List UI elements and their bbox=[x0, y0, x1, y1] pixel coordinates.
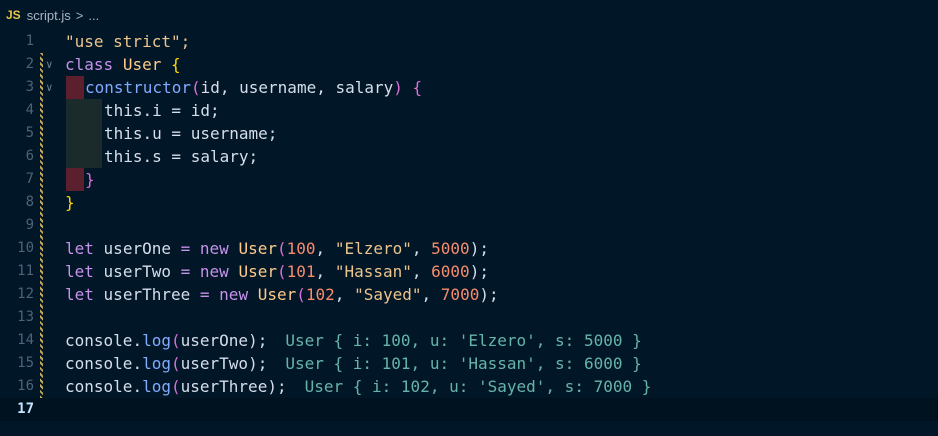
modified-indicator bbox=[40, 375, 43, 398]
code-text: } bbox=[65, 193, 75, 212]
code-text: console.log(userTwo); User { i: 101, u: '… bbox=[65, 354, 642, 373]
code-line[interactable]: 9 bbox=[0, 214, 938, 237]
javascript-file-icon: JS bbox=[6, 8, 21, 22]
code-line[interactable]: 7 } bbox=[0, 168, 938, 191]
code-text: this.i = id; bbox=[104, 101, 220, 120]
code-line[interactable]: 6 this.s = salary; bbox=[0, 145, 938, 168]
inline-output-hint: User { i: 101, u: 'Hassan', s: 6000 } bbox=[285, 354, 642, 373]
line-number: 3 bbox=[25, 79, 34, 95]
code-line[interactable]: 5 this.u = username; bbox=[0, 122, 938, 145]
line-number: 17 bbox=[17, 401, 34, 417]
code-text: let userOne = new User(100, "Elzero", 50… bbox=[65, 239, 489, 258]
line-number: 5 bbox=[25, 125, 34, 141]
line-number: 13 bbox=[17, 309, 34, 325]
indent-guide-highlight bbox=[66, 122, 102, 145]
code-text: constructor(id, username, salary) { bbox=[85, 78, 423, 97]
inline-output-hint: User { i: 102, u: 'Sayed', s: 7000 } bbox=[304, 377, 652, 396]
code-line[interactable]: 12 let userThree = new User(102, "Sayed"… bbox=[0, 283, 938, 306]
code-text: console.log(userThree); User { i: 102, u:… bbox=[65, 377, 652, 396]
line-number: 1 bbox=[25, 33, 34, 49]
line-number: 12 bbox=[17, 286, 34, 302]
line-number: 11 bbox=[17, 263, 34, 279]
line-number: 4 bbox=[25, 102, 34, 118]
code-text: "use strict"; bbox=[65, 32, 191, 51]
code-text: console.log(userOne); User { i: 100, u: '… bbox=[65, 331, 642, 350]
code-line[interactable]: 14 console.log(userOne); User { i: 100, u… bbox=[0, 329, 938, 352]
modified-indicator bbox=[40, 306, 43, 329]
line-number: 2 bbox=[25, 56, 34, 72]
modified-indicator bbox=[40, 329, 43, 352]
code-text: this.u = username; bbox=[104, 124, 278, 143]
code-text: this.s = salary; bbox=[104, 147, 259, 166]
line-number: 6 bbox=[25, 148, 34, 164]
breadcrumb-file[interactable]: script.js bbox=[27, 8, 71, 23]
line-number: 10 bbox=[17, 240, 34, 256]
code-text: class User { bbox=[65, 55, 181, 74]
modified-indicator bbox=[40, 168, 43, 191]
code-text: let userThree = new User(102, "Sayed", 7… bbox=[65, 285, 499, 304]
code-line[interactable]: 4 this.i = id; bbox=[0, 99, 938, 122]
chevron-down-icon[interactable]: ∨ bbox=[46, 76, 53, 99]
chevron-down-icon[interactable]: ∨ bbox=[46, 53, 53, 76]
code-line[interactable]: 10 let userOne = new User(100, "Elzero",… bbox=[0, 237, 938, 260]
modified-indicator bbox=[40, 145, 43, 168]
line-number: 8 bbox=[25, 194, 34, 210]
indent-error-highlight bbox=[66, 76, 84, 99]
modified-indicator bbox=[40, 283, 43, 306]
indent-guide-highlight bbox=[66, 145, 102, 168]
modified-indicator bbox=[40, 76, 43, 99]
indent-error-highlight bbox=[66, 168, 84, 191]
code-editor[interactable]: 1 "use strict"; 2 ∨ class User { 3 ∨ con… bbox=[0, 30, 938, 436]
line-number: 16 bbox=[17, 378, 34, 394]
modified-indicator bbox=[40, 53, 43, 76]
modified-indicator bbox=[40, 122, 43, 145]
line-number: 14 bbox=[17, 332, 34, 348]
code-line[interactable]: 16 console.log(userThree); User { i: 102,… bbox=[0, 375, 938, 398]
modified-indicator bbox=[40, 99, 43, 122]
modified-indicator bbox=[40, 191, 43, 214]
inline-output-hint: User { i: 100, u: 'Elzero', s: 5000 } bbox=[285, 331, 642, 350]
modified-indicator bbox=[40, 260, 43, 283]
code-line[interactable]: 13 bbox=[0, 306, 938, 329]
code-line[interactable]: 3 ∨ constructor(id, username, salary) { bbox=[0, 76, 938, 99]
chevron-right-icon: > bbox=[75, 7, 84, 23]
code-text: } bbox=[85, 170, 95, 189]
modified-indicator bbox=[40, 352, 43, 375]
line-number: 9 bbox=[25, 217, 34, 233]
code-line[interactable]: 2 ∨ class User { bbox=[0, 53, 938, 76]
code-line-active[interactable]: 17 bbox=[0, 398, 938, 421]
modified-indicator bbox=[40, 214, 43, 237]
code-line[interactable]: 11 let userTwo = new User(101, "Hassan",… bbox=[0, 260, 938, 283]
code-line[interactable]: 1 "use strict"; bbox=[0, 30, 938, 53]
breadcrumb: JS script.js > ... bbox=[0, 0, 938, 30]
breadcrumb-more[interactable]: ... bbox=[88, 8, 99, 23]
line-number: 15 bbox=[17, 355, 34, 371]
code-line[interactable]: 15 console.log(userTwo); User { i: 101, u… bbox=[0, 352, 938, 375]
indent-guide-highlight bbox=[66, 99, 102, 122]
modified-indicator bbox=[40, 237, 43, 260]
code-text: let userTwo = new User(101, "Hassan", 60… bbox=[65, 262, 489, 281]
code-line[interactable]: 8 } bbox=[0, 191, 938, 214]
line-number: 7 bbox=[25, 171, 34, 187]
